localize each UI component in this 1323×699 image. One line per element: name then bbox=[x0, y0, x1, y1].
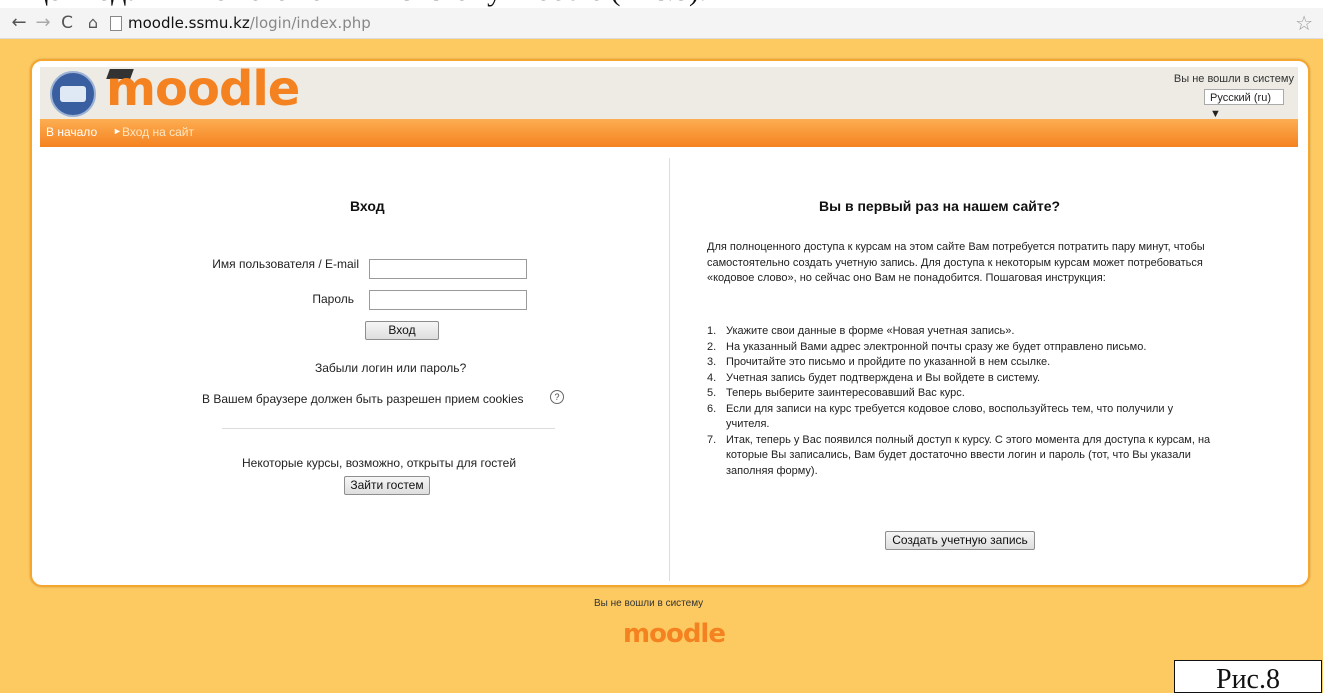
list-item: 3. Прочитайте это письмо и пройдите по ук… bbox=[707, 355, 1217, 371]
back-arrow-icon[interactable]: ← bbox=[8, 12, 30, 34]
password-label: Пароль bbox=[312, 292, 354, 306]
step-number: 2. bbox=[707, 340, 717, 353]
password-field[interactable] bbox=[369, 290, 527, 310]
step-number: 3. bbox=[707, 356, 717, 368]
footer-moodle-logo[interactable]: moodle bbox=[623, 619, 726, 649]
step-text: Если для записи на курс требуется кодово… bbox=[726, 402, 1174, 431]
list-item: 2. На указанный Вами адрес электронной по… bbox=[707, 340, 1217, 356]
cookies-notice: В Вашем браузере должен быть разрешен пр… bbox=[202, 392, 524, 406]
address-bar[interactable]: moodle.ssmu.kz/login/index.php bbox=[128, 14, 371, 32]
step-text: Учетная запись будет подтверждена и Вы в… bbox=[726, 371, 1041, 384]
step-number: 1. bbox=[707, 325, 717, 337]
reload-icon[interactable]: C bbox=[56, 12, 78, 34]
step-number: 5. bbox=[707, 387, 717, 399]
breadcrumb: В начало ► Вход на сайт bbox=[40, 119, 1298, 147]
document-caption: нице входа Вы можете войти в систему Moo… bbox=[0, 0, 900, 8]
step-number: 4. bbox=[707, 371, 717, 384]
login-button[interactable]: Вход bbox=[365, 321, 439, 340]
list-item: 1. Укажите свои данные в форме «Новая уче… bbox=[707, 324, 1217, 340]
moodle-page-frame: moodle Вы не вошли в систему Русский (ru… bbox=[30, 59, 1310, 587]
breadcrumb-home-link[interactable]: В начало bbox=[46, 125, 97, 139]
divider bbox=[222, 428, 555, 429]
step-text: Укажите свои данные в форме «Новая учетн… bbox=[726, 325, 1015, 337]
step-text: Прочитайте это письмо и пройдите по указ… bbox=[726, 356, 1051, 368]
forgot-password-link[interactable]: Забыли логин или пароль? bbox=[315, 361, 466, 375]
list-item: 4. Учетная запись будет подтверждена и Вы… bbox=[707, 371, 1217, 387]
figure-label: Рис.8 bbox=[1174, 660, 1322, 695]
signup-intro: Для полноценного доступа к курсам на это… bbox=[707, 241, 1205, 284]
browser-toolbar: ← → C ⌂ moodle.ssmu.kz/login/index.php ☆ bbox=[0, 8, 1323, 39]
moodle-logo[interactable]: moodle bbox=[106, 61, 300, 117]
username-label: Имя пользователя / E-mail bbox=[212, 257, 359, 271]
help-icon[interactable]: ? bbox=[550, 390, 564, 404]
page-background: moodle Вы не вошли в систему Русский (ru… bbox=[0, 39, 1323, 693]
step-number: 6. bbox=[707, 402, 717, 415]
create-account-button[interactable]: Создать учетную запись bbox=[885, 531, 1035, 550]
step-text: Итак, теперь у Вас появился полный досту… bbox=[726, 433, 1211, 477]
star-icon[interactable]: ☆ bbox=[1295, 11, 1313, 35]
breadcrumb-separator-icon: ► bbox=[113, 126, 122, 136]
university-seal-icon bbox=[50, 71, 96, 117]
language-select[interactable]: Русский (ru) ▼ bbox=[1204, 89, 1284, 120]
username-field[interactable] bbox=[369, 259, 527, 279]
forward-arrow-icon[interactable]: → bbox=[32, 12, 54, 34]
signup-steps: 1. Укажите свои данные в форме «Новая уче… bbox=[707, 324, 1217, 479]
list-item: 6. Если для записи на курс требуется кодо… bbox=[707, 402, 1217, 433]
breadcrumb-current[interactable]: Вход на сайт bbox=[122, 125, 194, 139]
list-item: 5. Теперь выберите заинтересовавший Вас к… bbox=[707, 386, 1217, 402]
login-title: Вход bbox=[350, 198, 385, 214]
url-host: moodle.ssmu.kz bbox=[128, 14, 250, 32]
guest-login-button[interactable]: Зайти гостем bbox=[344, 476, 430, 495]
site-header: moodle Вы не вошли в систему Русский (ru… bbox=[40, 61, 1298, 120]
step-text: На указанный Вами адрес электронной почт… bbox=[726, 340, 1147, 353]
step-text: Теперь выберите заинтересовавший Вас кур… bbox=[726, 387, 965, 399]
list-item: 7. Итак, теперь у Вас появился полный дос… bbox=[707, 433, 1217, 480]
column-divider bbox=[669, 158, 670, 581]
step-number: 7. bbox=[707, 433, 717, 446]
signup-title: Вы в первый раз на нашем сайте? bbox=[819, 198, 1061, 214]
url-path: /login/index.php bbox=[249, 14, 371, 32]
home-icon[interactable]: ⌂ bbox=[82, 12, 104, 34]
footer-login-status: Вы не вошли в систему bbox=[594, 598, 704, 609]
login-status: Вы не вошли в систему bbox=[1173, 73, 1294, 85]
guest-notice: Некоторые курсы, возможно, открыты для г… bbox=[242, 456, 517, 470]
page-icon bbox=[110, 16, 122, 31]
